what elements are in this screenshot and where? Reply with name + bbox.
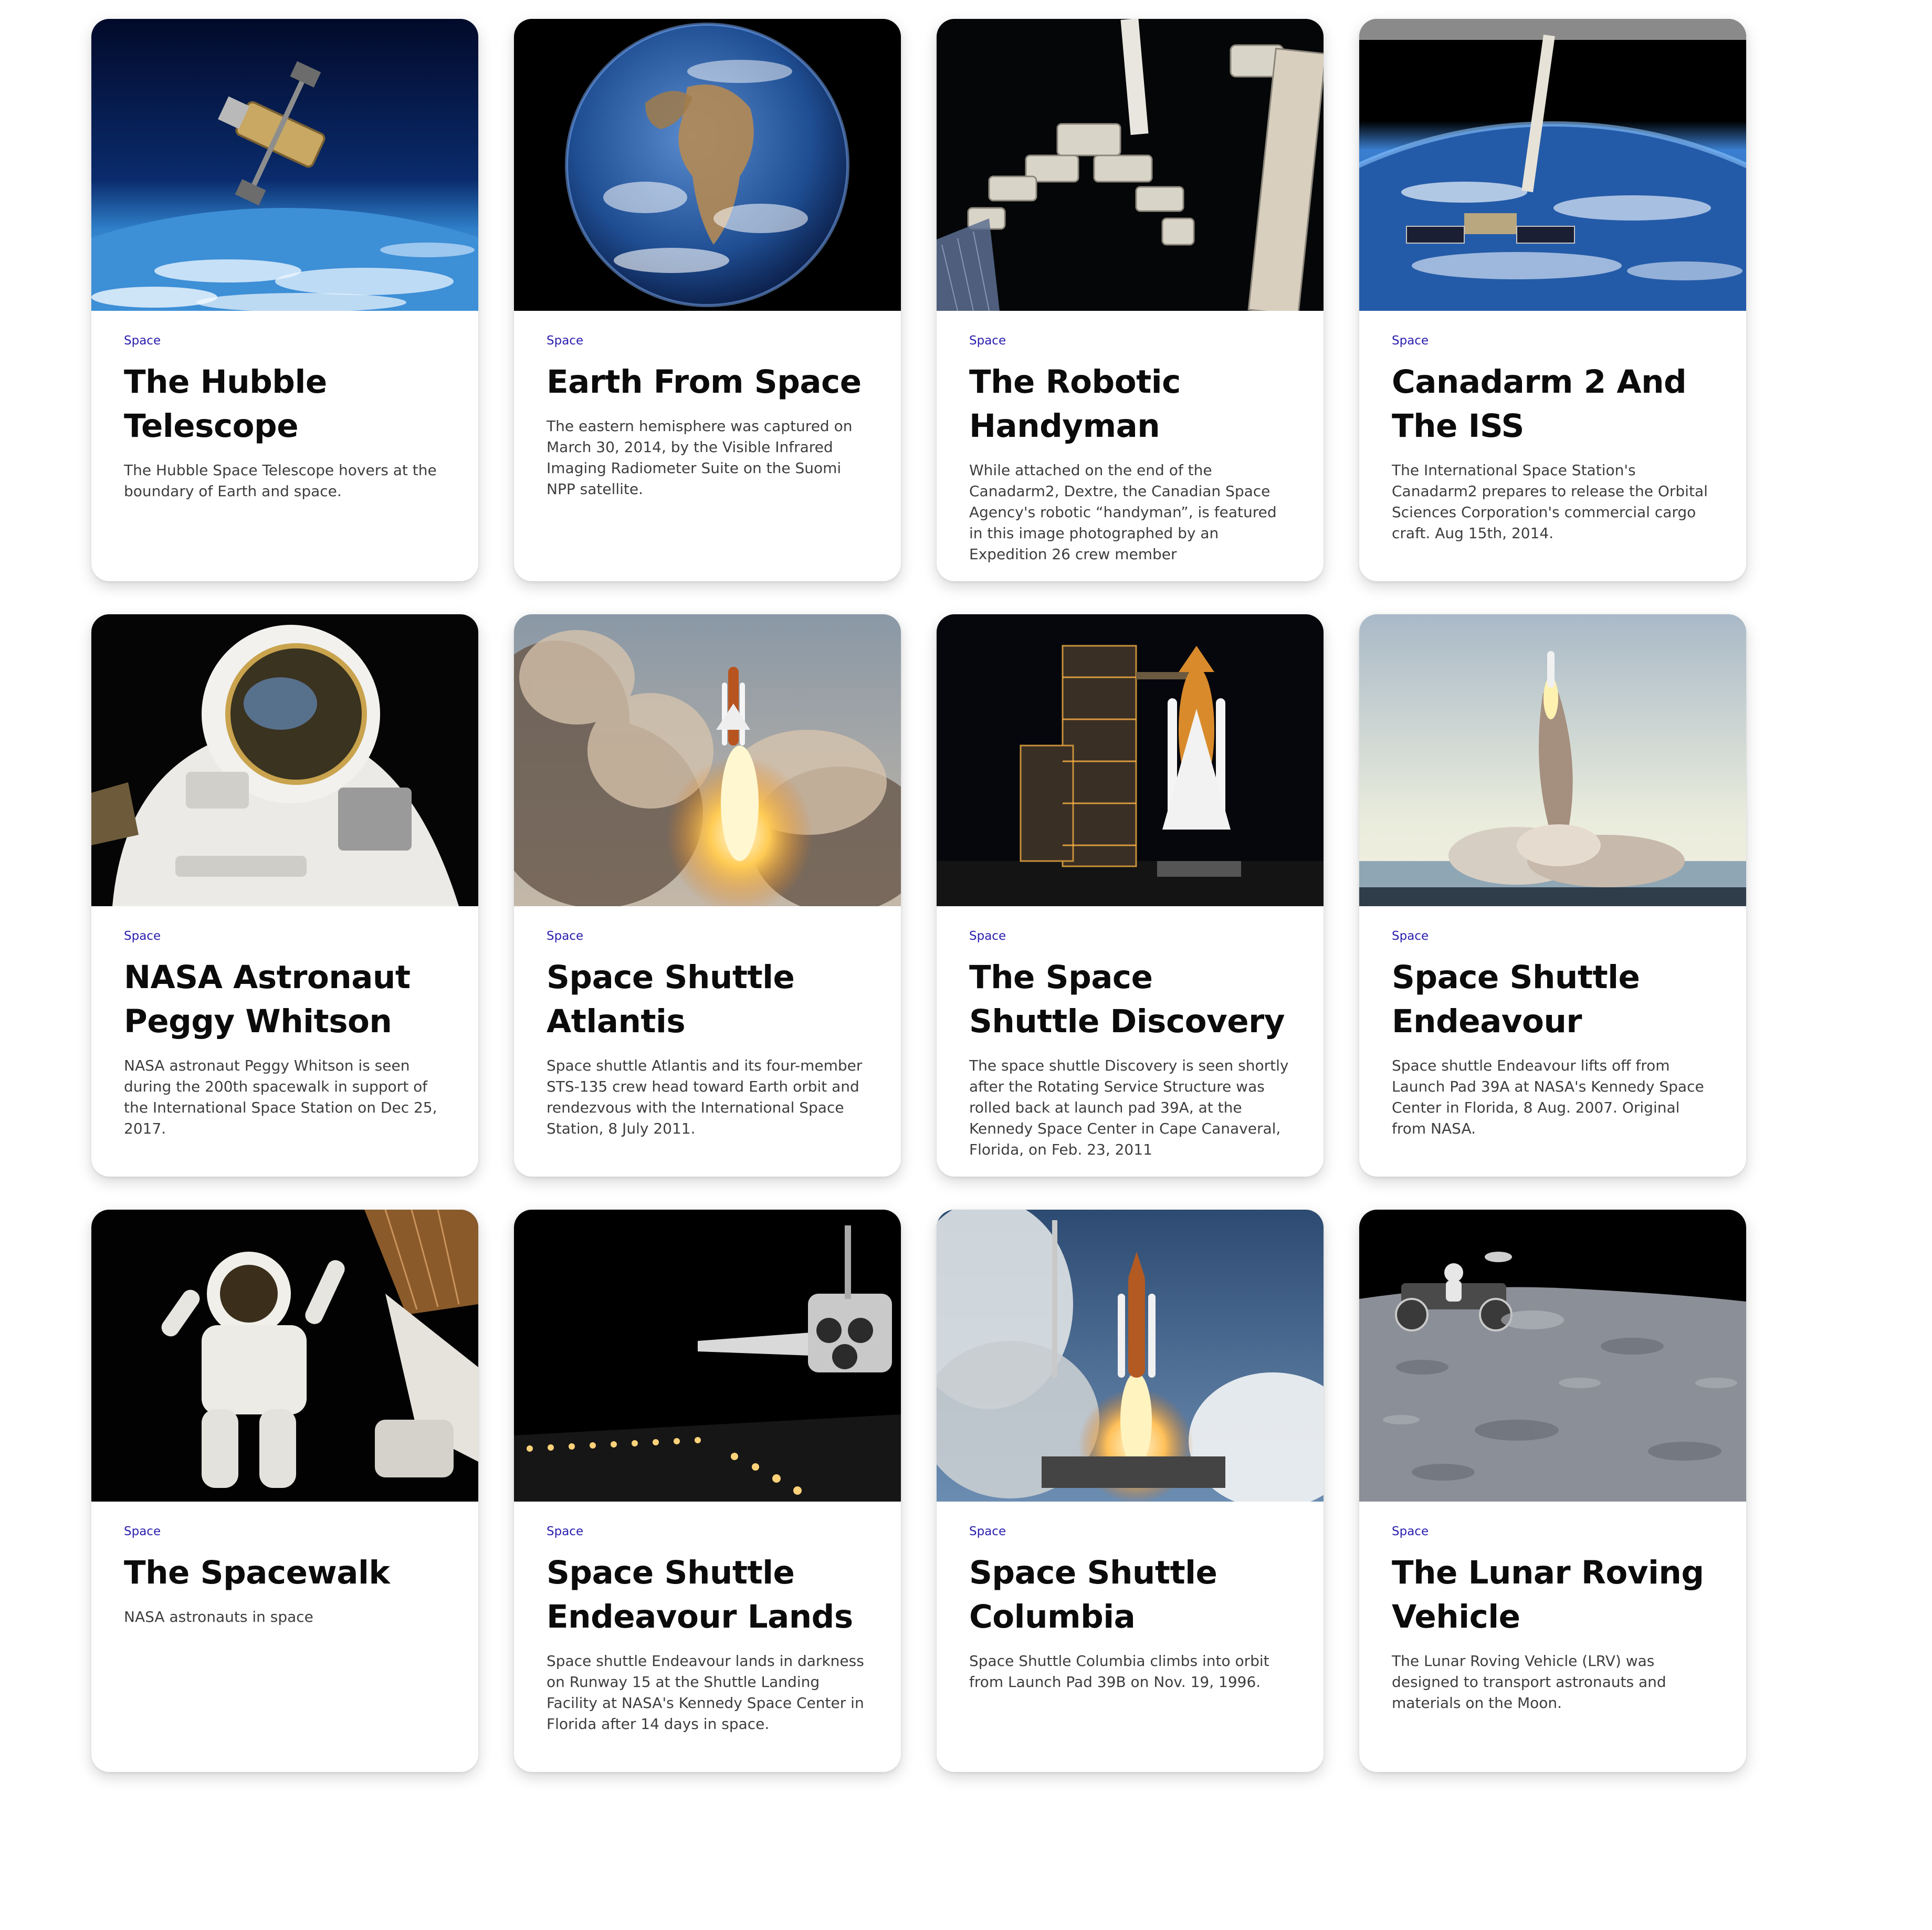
card-image[interactable] [91,1210,478,1502]
shuttle-launch-day-image [937,1210,1324,1502]
dextre-robot-image [937,19,1324,311]
shuttle-landing-night-image [514,1210,901,1502]
card-body: Space Canadarm 2 And The ISS The Interna… [1359,311,1746,565]
card-body: Space The Space Shuttle Discovery The sp… [937,906,1324,1177]
card-body: Space Space Shuttle Endeavour Lands Spac… [514,1502,901,1756]
card-image[interactable] [937,1210,1324,1502]
astronaut-helmet-image [91,614,478,906]
card-description: The space shuttle Discovery is seen shor… [969,1056,1289,1158]
card-title[interactable]: The Space Shuttle Discovery [969,956,1291,1044]
card-title[interactable]: Space Shuttle Endeavour [1392,956,1714,1044]
card-canadarm[interactable]: Space Canadarm 2 And The ISS The Interna… [1359,19,1746,581]
card-category[interactable]: Space [547,1525,868,1539]
shuttle-launch-clouds-image [514,614,901,906]
card-category[interactable]: Space [969,929,1291,944]
card-lunar-rover[interactable]: Space The Lunar Roving Vehicle The Lunar… [1359,1210,1746,1772]
card-description: The eastern hemisphere was captured on M… [547,417,853,498]
astronaut-spacewalk-image [91,1210,478,1502]
card-description: The Hubble Space Telescope hovers at the… [124,461,437,500]
card-image[interactable] [1359,614,1746,906]
card-body: Space Space Shuttle Columbia Space Shutt… [937,1502,1324,1714]
card-endeavour[interactable]: Space Space Shuttle Endeavour Space shut… [1359,614,1746,1177]
card-category[interactable]: Space [969,334,1291,349]
card-description: Space shuttle Atlantis and its four-memb… [547,1056,863,1137]
card-description: NASA astronauts in space [124,1608,313,1625]
card-endeavour-lands[interactable]: Space Space Shuttle Endeavour Lands Spac… [514,1210,901,1772]
card-columbia[interactable]: Space Space Shuttle Columbia Space Shutt… [937,1210,1324,1772]
card-image[interactable] [514,1210,901,1502]
card-image[interactable] [937,19,1324,311]
card-peggy-whitson[interactable]: Space NASA Astronaut Peggy Whitson NASA … [91,614,478,1177]
card-body: Space Earth From Space The eastern hemis… [514,311,901,521]
card-category[interactable]: Space [124,1525,446,1539]
card-discovery[interactable]: Space The Space Shuttle Discovery The sp… [937,614,1324,1177]
card-title[interactable]: The Hubble Telescope [124,360,446,448]
card-description: The International Space Station's Canada… [1392,461,1708,542]
card-title[interactable]: NASA Astronaut Peggy Whitson [124,956,446,1044]
card-body: Space NASA Astronaut Peggy Whitson NASA … [91,906,478,1160]
card-image[interactable] [937,614,1324,906]
card-image[interactable] [1359,1210,1746,1502]
card-description: While attached on the end of the Canadar… [969,461,1277,563]
card-title[interactable]: Canadarm 2 And The ISS [1392,360,1714,448]
card-body: Space The Hubble Telescope The Hubble Sp… [91,311,478,523]
card-category[interactable]: Space [1392,334,1714,349]
card-description: Space shuttle Endeavour lifts off from L… [1392,1056,1704,1137]
card-title[interactable]: The Robotic Handyman [969,360,1291,448]
card-category[interactable]: Space [547,334,868,349]
card-title[interactable]: The Spacewalk [124,1551,446,1595]
card-spacewalk[interactable]: Space The Spacewalk NASA astronauts in s… [91,1210,478,1772]
card-description: Space shuttle Endeavour lands in darknes… [547,1652,864,1733]
card-category[interactable]: Space [124,334,446,349]
card-title[interactable]: Space Shuttle Atlantis [547,956,868,1044]
card-category[interactable]: Space [969,1525,1291,1539]
card-title[interactable]: The Lunar Roving Vehicle [1392,1551,1714,1639]
shuttle-on-pad-night-image [937,614,1324,906]
card-title[interactable]: Space Shuttle Columbia [969,1551,1291,1639]
card-description: The Lunar Roving Vehicle (LRV) was desig… [1392,1652,1666,1712]
card-image[interactable] [514,614,901,906]
lunar-rover-image [1359,1210,1746,1502]
card-title[interactable]: Space Shuttle Endeavour Lands [547,1551,868,1639]
card-image[interactable] [91,614,478,906]
card-hubble[interactable]: Space The Hubble Telescope The Hubble Sp… [91,19,478,581]
card-body: Space Space Shuttle Endeavour Space shut… [1359,906,1746,1160]
card-earth-from-space[interactable]: Space Earth From Space The eastern hemis… [514,19,901,581]
card-description: NASA astronaut Peggy Whitson is seen dur… [124,1056,437,1137]
card-image[interactable] [91,19,478,311]
card-description: Space Shuttle Columbia climbs into orbit… [969,1652,1269,1691]
card-robotic-handyman[interactable]: Space The Robotic Handyman While attache… [937,19,1324,581]
canadarm-image [1359,19,1746,311]
card-image[interactable] [514,19,901,311]
hubble-image [91,19,478,311]
card-category[interactable]: Space [1392,929,1714,944]
earth-globe-image [514,19,901,311]
card-grid: Space The Hubble Telescope The Hubble Sp… [91,19,1746,1772]
card-category[interactable]: Space [1392,1525,1714,1539]
card-title[interactable]: Earth From Space [547,360,868,404]
card-body: Space Space Shuttle Atlantis Space shutt… [514,906,901,1160]
card-image[interactable] [1359,19,1746,311]
card-body: Space The Lunar Roving Vehicle The Lunar… [1359,1502,1746,1735]
shuttle-liftoff-distant-image [1359,614,1746,906]
card-body: Space The Robotic Handyman While attache… [937,311,1324,581]
card-body: Space The Spacewalk NASA astronauts in s… [91,1502,478,1649]
card-category[interactable]: Space [547,929,868,944]
card-category[interactable]: Space [124,929,446,944]
card-atlantis[interactable]: Space Space Shuttle Atlantis Space shutt… [514,614,901,1177]
